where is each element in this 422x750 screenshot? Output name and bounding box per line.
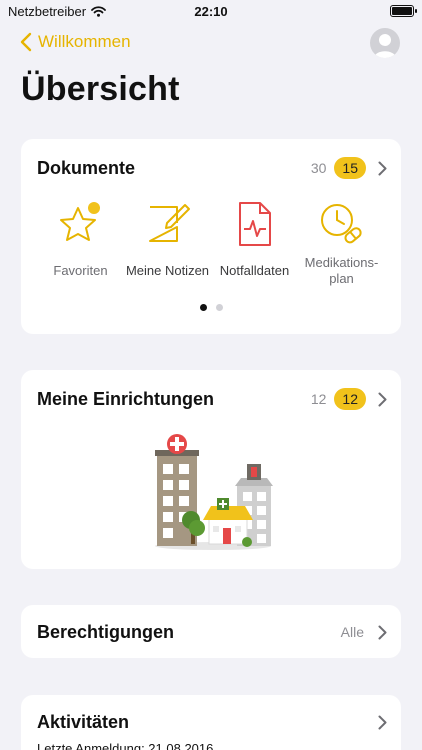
back-button[interactable]: Willkommen (20, 32, 131, 52)
back-button-label: Willkommen (38, 32, 131, 51)
shortcut-notfalldaten[interactable]: Notfalldaten (211, 199, 298, 287)
facilities-illustration (155, 434, 273, 550)
last-login-text: Letzte Anmeldung: 21.08.2016 (37, 741, 214, 750)
chevron-right-icon (378, 161, 387, 175)
facilities-title: Meine Einrichtungen (37, 388, 215, 409)
avatar[interactable] (370, 28, 400, 58)
page-dot (215, 304, 223, 311)
status-time: 22:10 (194, 4, 228, 19)
activities-card[interactable]: Aktivitäten Letzte Anmeldung: 21.08.2016 (21, 695, 401, 750)
page-indicator[interactable] (21, 304, 401, 311)
page-dot-active (199, 304, 207, 311)
chevron-left-icon (20, 32, 32, 52)
facilities-header: Meine Einrichtungen 12 12 (37, 388, 387, 410)
facilities-card[interactable]: Meine Einrichtungen 12 12 (21, 370, 401, 569)
chevron-right-icon (378, 715, 387, 729)
activities-header: Aktivitäten (37, 711, 387, 733)
battery-icon (390, 5, 417, 17)
medication-plan-icon (320, 204, 362, 244)
permissions-value: Alle (340, 624, 364, 640)
notes-icon (148, 204, 190, 242)
documents-count: 30 (310, 160, 327, 176)
permissions-card[interactable]: Berechtigungen Alle (21, 605, 401, 658)
shortcut-label: Favoriten (53, 263, 108, 278)
permissions-title: Berechtigungen (37, 621, 175, 642)
shortcut-favoriten[interactable]: Favoriten (37, 199, 124, 287)
chevron-right-icon (378, 392, 387, 406)
status-bar: Netzbetreiber 22:10 (0, 0, 422, 24)
chevron-right-icon (378, 625, 387, 639)
emergency-data-icon (238, 202, 271, 246)
documents-badge: 15 (334, 157, 366, 179)
shortcut-label: Meine Notizen (125, 263, 210, 278)
permissions-row: Berechtigungen Alle (37, 621, 387, 643)
documents-card: Dokumente 30 15 Favoriten Meine Notizen … (21, 139, 401, 334)
facilities-count: 12 (310, 391, 327, 407)
documents-header[interactable]: Dokumente 30 15 (37, 157, 387, 179)
star-icon (59, 202, 100, 241)
page-title: Übersicht (21, 70, 180, 108)
documents-shortcuts: Favoriten Meine Notizen Notfalldaten Med… (37, 199, 385, 287)
user-icon (374, 34, 396, 58)
shortcut-label: Medikations-plan (304, 255, 379, 286)
shortcut-medikationsplan[interactable]: Medikations-plan (298, 199, 385, 287)
facilities-badge: 12 (334, 388, 366, 410)
shortcut-meine-notizen[interactable]: Meine Notizen (124, 199, 211, 287)
documents-title: Dokumente (37, 157, 136, 178)
shortcut-label: Notfalldaten (219, 263, 290, 278)
activities-title: Aktivitäten (37, 711, 130, 732)
